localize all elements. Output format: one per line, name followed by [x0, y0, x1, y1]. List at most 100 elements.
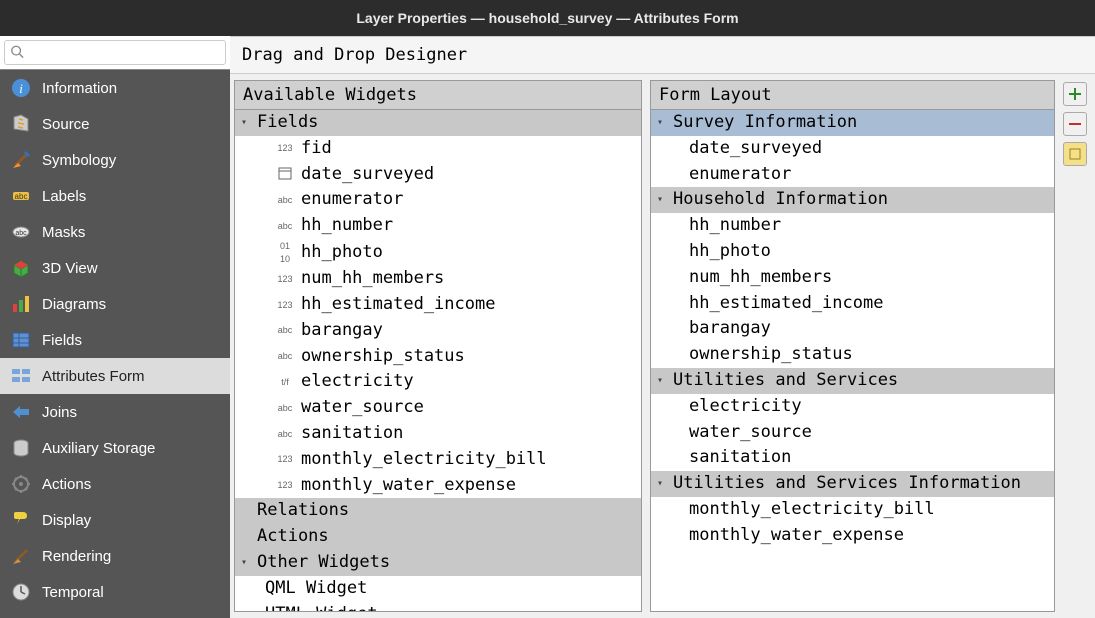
- layout-tool-buttons: [1063, 80, 1091, 612]
- sidebar-item-information[interactable]: i Information: [0, 70, 230, 106]
- field-ownership_status[interactable]: abcownership_status: [235, 344, 641, 370]
- sidebar-item-masks[interactable]: abcMasks: [0, 214, 230, 250]
- sidebar-item-rendering[interactable]: Rendering: [0, 538, 230, 574]
- labels-icon: abc: [10, 185, 32, 207]
- layout-field-date_surveyed[interactable]: date_surveyed: [651, 136, 1054, 162]
- sidebar-item-label: Labels: [42, 188, 86, 205]
- widget-html-widget[interactable]: HTML Widget: [235, 602, 641, 611]
- tree-group-relations[interactable]: Relations: [235, 498, 641, 524]
- field-name: ownership_status: [301, 345, 465, 369]
- layout-group-survey-information[interactable]: ▾Survey Information: [651, 110, 1054, 136]
- sidebar: i Information Source Symbology abc Labels abcM…: [0, 36, 230, 618]
- layout-field-barangay[interactable]: barangay: [651, 316, 1054, 342]
- information-icon: i: [10, 77, 32, 99]
- sidebar-item-3d-view[interactable]: 3D View: [0, 250, 230, 286]
- layout-field-electricity[interactable]: electricity: [651, 394, 1054, 420]
- field-fid[interactable]: 123fid: [235, 136, 641, 162]
- svg-text:abc: abc: [15, 192, 28, 201]
- layout-field-hh_estimated_income[interactable]: hh_estimated_income: [651, 291, 1054, 317]
- sidebar-item-symbology[interactable]: Symbology: [0, 142, 230, 178]
- layout-field-enumerator[interactable]: enumerator: [651, 162, 1054, 188]
- field-name: date_surveyed: [301, 163, 434, 187]
- field-name: sanitation: [301, 422, 403, 446]
- layout-field-hh_number[interactable]: hh_number: [651, 213, 1054, 239]
- layout-field-num_hh_members[interactable]: num_hh_members: [651, 265, 1054, 291]
- sidebar-item-auxiliary-storage[interactable]: Auxiliary Storage: [0, 430, 230, 466]
- layout-field-water_source[interactable]: water_source: [651, 420, 1054, 446]
- 3d-view-icon: [10, 257, 32, 279]
- field-barangay[interactable]: abcbarangay: [235, 318, 641, 344]
- layout-field-ownership_status[interactable]: ownership_status: [651, 342, 1054, 368]
- form-layout-panel: Form Layout ▾Survey Informationdate_surv…: [650, 80, 1055, 612]
- sidebar-item-source[interactable]: Source: [0, 106, 230, 142]
- field-hh_number[interactable]: abchh_number: [235, 213, 641, 239]
- sidebar-item-actions[interactable]: Actions: [0, 466, 230, 502]
- form-layout-title: Form Layout: [651, 81, 1054, 110]
- tree-group-actions[interactable]: Actions: [235, 524, 641, 550]
- sidebar-item-label: Joins: [42, 404, 77, 421]
- expander-icon[interactable]: ▾: [653, 374, 667, 388]
- field-name: monthly_water_expense: [301, 474, 516, 498]
- layout-group-utilities-and-services-information[interactable]: ▾Utilities and Services Information: [651, 471, 1054, 497]
- tree-group-other-widgets[interactable]: ▾Other Widgets: [235, 550, 641, 576]
- layout-field-monthly_water_expense[interactable]: monthly_water_expense: [651, 523, 1054, 549]
- temporal-icon: [10, 581, 32, 603]
- field-hh_photo[interactable]: 0110hh_photo: [235, 239, 641, 266]
- add-tab-button[interactable]: [1063, 82, 1087, 106]
- expander-icon[interactable]: ▾: [653, 193, 667, 207]
- widget-name: QML Widget: [265, 577, 367, 601]
- field-name: hh_photo: [301, 241, 383, 265]
- field-name: hh_number: [301, 214, 393, 238]
- sidebar-item-fields[interactable]: Fields: [0, 322, 230, 358]
- group-label: Relations: [239, 499, 349, 523]
- layout-group-household-information[interactable]: ▾Household Information: [651, 187, 1054, 213]
- field-enumerator[interactable]: abcenumerator: [235, 187, 641, 213]
- edit-button[interactable]: [1063, 142, 1087, 166]
- sidebar-item-temporal[interactable]: Temporal: [0, 574, 230, 610]
- layout-group-label: Household Information: [655, 188, 888, 212]
- fields-icon: [10, 329, 32, 351]
- field-water_source[interactable]: abcwater_source: [235, 395, 641, 421]
- field-sanitation[interactable]: abcsanitation: [235, 421, 641, 447]
- layout-field-hh_photo[interactable]: hh_photo: [651, 239, 1054, 265]
- layout-field-monthly_electricity_bill[interactable]: monthly_electricity_bill: [651, 497, 1054, 523]
- sidebar-item-display[interactable]: Display: [0, 502, 230, 538]
- field-monthly_water_expense[interactable]: 123monthly_water_expense: [235, 473, 641, 499]
- rendering-icon: [10, 545, 32, 567]
- widget-name: HTML Widget: [265, 603, 378, 611]
- expander-icon[interactable]: ▾: [653, 116, 667, 130]
- group-label: Other Widgets: [239, 551, 390, 575]
- field-hh_estimated_income[interactable]: 123hh_estimated_income: [235, 292, 641, 318]
- remove-tab-button[interactable]: [1063, 112, 1087, 136]
- sidebar-item-label: Symbology: [42, 152, 116, 169]
- field-electricity[interactable]: t/felectricity: [235, 369, 641, 395]
- attributes-form-icon: [10, 365, 32, 387]
- field-name: fid: [301, 137, 332, 161]
- widget-qml-widget[interactable]: QML Widget: [235, 576, 641, 602]
- expander-icon[interactable]: ▾: [653, 477, 667, 491]
- sidebar-item-joins[interactable]: Joins: [0, 394, 230, 430]
- expander-icon[interactable]: ▾: [237, 556, 251, 570]
- sidebar-item-attributes-form[interactable]: Attributes Form: [0, 358, 230, 394]
- layout-group-utilities-and-services[interactable]: ▾Utilities and Services: [651, 368, 1054, 394]
- tree-group-fields[interactable]: ▾Fields: [235, 110, 641, 136]
- sidebar-item-labels[interactable]: abc Labels: [0, 178, 230, 214]
- actions-icon: [10, 473, 32, 495]
- sidebar-item-diagrams[interactable]: Diagrams: [0, 286, 230, 322]
- designer-mode-selector[interactable]: Drag and Drop Designer: [230, 36, 1095, 74]
- layout-group-label: Utilities and Services Information: [655, 472, 1021, 496]
- sidebar-item-label: Source: [42, 116, 90, 133]
- sidebar-item-label: Fields: [42, 332, 82, 349]
- expander-icon[interactable]: ▾: [237, 116, 251, 130]
- sidebar-item-label: Attributes Form: [42, 368, 145, 385]
- field-monthly_electricity_bill[interactable]: 123monthly_electricity_bill: [235, 447, 641, 473]
- sidebar-item-label: Information: [42, 80, 117, 97]
- designer-mode-label: Drag and Drop Designer: [242, 45, 467, 65]
- field-date_surveyed[interactable]: date_surveyed: [235, 162, 641, 188]
- layout-field-sanitation[interactable]: sanitation: [651, 445, 1054, 471]
- search-input[interactable]: [4, 40, 226, 65]
- sidebar-search: [0, 36, 230, 70]
- available-widgets-title: Available Widgets: [235, 81, 641, 110]
- display-icon: [10, 509, 32, 531]
- field-num_hh_members[interactable]: 123num_hh_members: [235, 266, 641, 292]
